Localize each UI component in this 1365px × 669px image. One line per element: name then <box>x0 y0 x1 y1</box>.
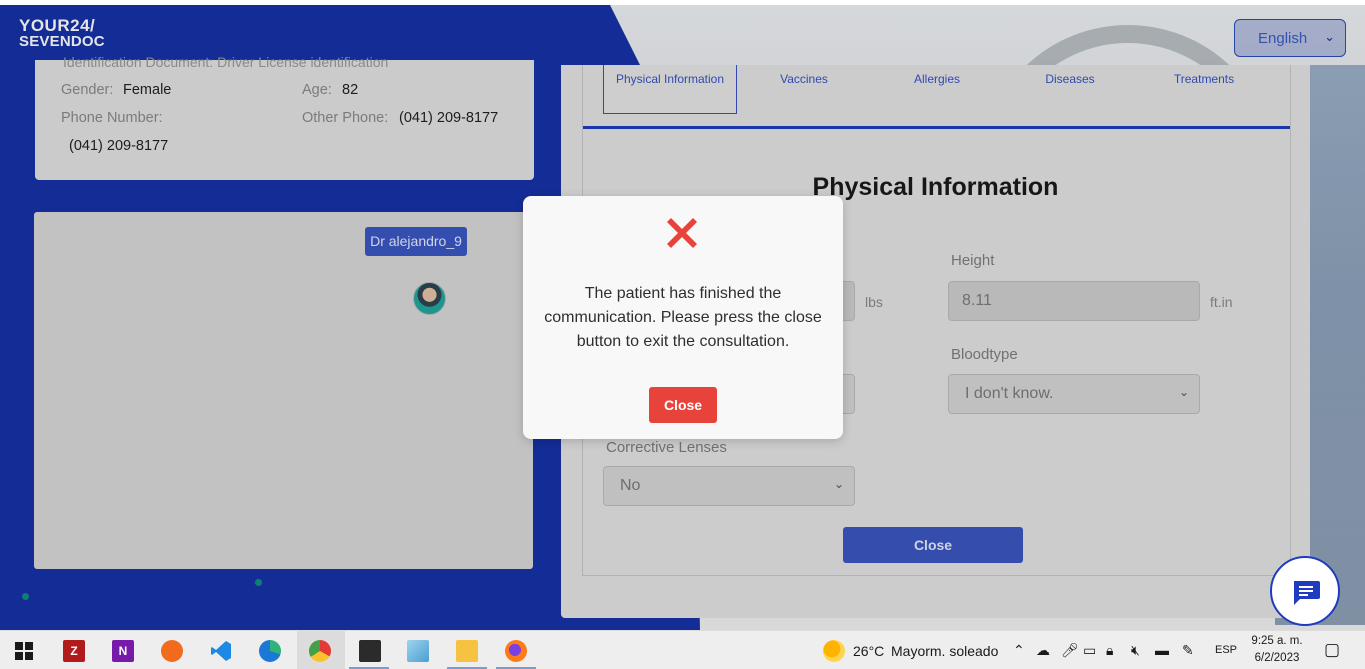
vscode-icon[interactable] <box>210 640 232 662</box>
weather-icon[interactable] <box>823 640 845 662</box>
postman-icon[interactable] <box>161 640 183 662</box>
modal-close-button[interactable]: Close <box>649 387 717 423</box>
chrome-icon[interactable] <box>309 640 331 662</box>
windows-taskbar: Z N 26°C Mayorm. soleado ⌃ ☁ 🎤︎ ▭ 🔒︎ 🔇︎ … <box>0 630 1365 669</box>
input-language[interactable]: ESP <box>1215 644 1237 656</box>
windows-start-icon[interactable] <box>15 642 33 660</box>
onenote-icon[interactable]: N <box>112 640 134 662</box>
close-icon <box>667 218 697 248</box>
weather-temperature[interactable]: 26°C <box>853 643 884 659</box>
microphone-icon[interactable]: 🎤︎ <box>1061 642 1079 659</box>
chat-icon <box>1294 581 1320 605</box>
app-icon[interactable] <box>407 640 429 662</box>
lock-icon[interactable]: 🔒︎ <box>1106 642 1113 659</box>
battery-icon[interactable]: ▬ <box>1155 642 1169 658</box>
weather-description[interactable]: Mayorm. soleado <box>891 643 998 659</box>
clock-date: 6/2/2023 <box>1254 652 1300 664</box>
network-icon[interactable]: ▭ <box>1083 642 1096 659</box>
file-explorer-icon[interactable] <box>456 640 478 662</box>
volume-muted-icon[interactable]: 🔇︎ <box>1131 642 1140 659</box>
consultation-ended-modal: The patient has finished the communicati… <box>523 196 843 439</box>
firefox-icon[interactable] <box>505 640 527 662</box>
chevron-up-icon[interactable]: ⌃ <box>1013 642 1025 659</box>
notifications-icon[interactable]: ▢ <box>1324 640 1340 660</box>
chat-button[interactable] <box>1270 556 1340 626</box>
sticky-notes-icon[interactable] <box>359 640 381 662</box>
clock-time: 9:25 a. m. <box>1251 635 1303 647</box>
pen-icon[interactable]: ✎ <box>1182 642 1194 659</box>
filezilla-icon[interactable]: Z <box>63 640 85 662</box>
edge-icon[interactable] <box>259 640 281 662</box>
onedrive-icon[interactable]: ☁ <box>1036 642 1050 659</box>
taskbar-clock[interactable]: 9:25 a. m. 6/2/2023 <box>1247 633 1307 667</box>
modal-message: The patient has finished the communicati… <box>544 285 822 350</box>
